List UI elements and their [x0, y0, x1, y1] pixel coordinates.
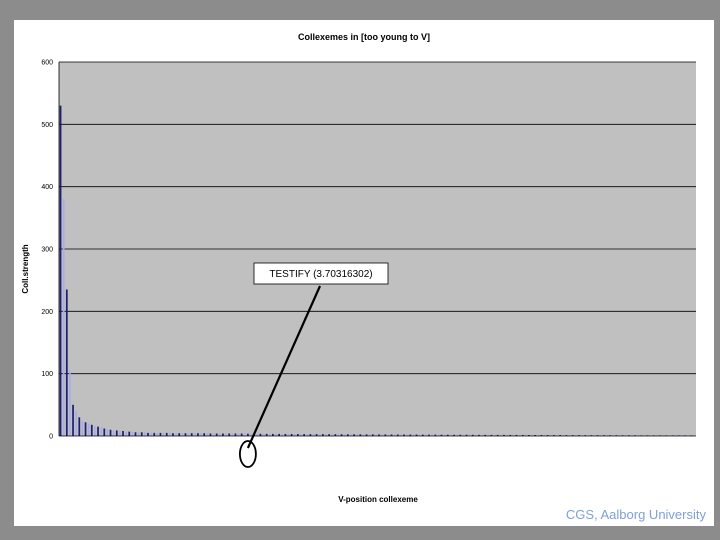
- y-tick-label: 200: [41, 309, 53, 316]
- bar: [84, 422, 87, 436]
- bar: [131, 431, 134, 436]
- bar: [125, 431, 127, 436]
- bar: [87, 423, 90, 436]
- bar: [181, 433, 184, 436]
- bar: [134, 432, 137, 436]
- bar: [72, 404, 74, 436]
- chart-title: Collexemes in [too young to V]: [298, 32, 430, 42]
- x-axis-label: V-position collexeme: [338, 495, 418, 504]
- bar: [168, 432, 171, 436]
- bar: [90, 424, 93, 436]
- bar: [193, 433, 196, 436]
- bar: [144, 432, 146, 436]
- bar: [106, 429, 109, 436]
- bar: [197, 433, 199, 436]
- bar: [62, 199, 65, 436]
- bar: [97, 426, 99, 436]
- y-tick-label: 500: [41, 122, 53, 129]
- bar: [140, 432, 143, 436]
- bar: [115, 430, 118, 436]
- bar: [184, 433, 187, 436]
- y-tick-label: 600: [41, 60, 53, 67]
- bar: [69, 370, 71, 436]
- bar: [172, 433, 174, 436]
- footer-credit: CGS, Aalborg University: [565, 507, 706, 522]
- bar: [103, 428, 106, 436]
- bar: [175, 433, 177, 436]
- bar: [187, 433, 190, 436]
- bar: [159, 432, 162, 436]
- annotation-highlight-circle: [238, 440, 257, 468]
- bar: [75, 411, 78, 436]
- bar: [178, 433, 181, 436]
- bar: [112, 430, 115, 436]
- y-axis: 0 100 200 300 400 500 600: [41, 60, 53, 441]
- bar: [100, 427, 103, 436]
- bar: [137, 432, 140, 436]
- bar: [150, 432, 152, 436]
- y-tick-label: 400: [41, 184, 53, 191]
- bar: [200, 433, 202, 436]
- y-tick-label: 300: [41, 247, 53, 254]
- bar: [147, 432, 149, 436]
- bar: [78, 417, 81, 436]
- y-axis-label: Coll.strength: [21, 244, 30, 293]
- bar: [119, 431, 121, 436]
- bar: [109, 429, 112, 436]
- bar: [81, 420, 84, 436]
- bar: [128, 431, 131, 436]
- bar: [94, 426, 96, 436]
- bar: [162, 432, 165, 436]
- bar: [165, 432, 168, 436]
- bar: [190, 433, 193, 436]
- annotation-text: TESTIFY (3.70316302): [269, 269, 372, 280]
- slide: Collexemes in [too young to V] 0 100 200 30…: [14, 20, 714, 526]
- chart: Collexemes in [too young to V] 0 100 200 30…: [21, 32, 696, 504]
- bar: [59, 105, 62, 436]
- bar: [153, 432, 156, 436]
- bar: [203, 433, 206, 436]
- y-tick-label: 100: [41, 371, 53, 378]
- bar: [206, 433, 209, 436]
- bar: [122, 431, 124, 436]
- y-tick-label: 0: [49, 434, 53, 441]
- bar: [156, 432, 159, 436]
- bar: [65, 289, 68, 436]
